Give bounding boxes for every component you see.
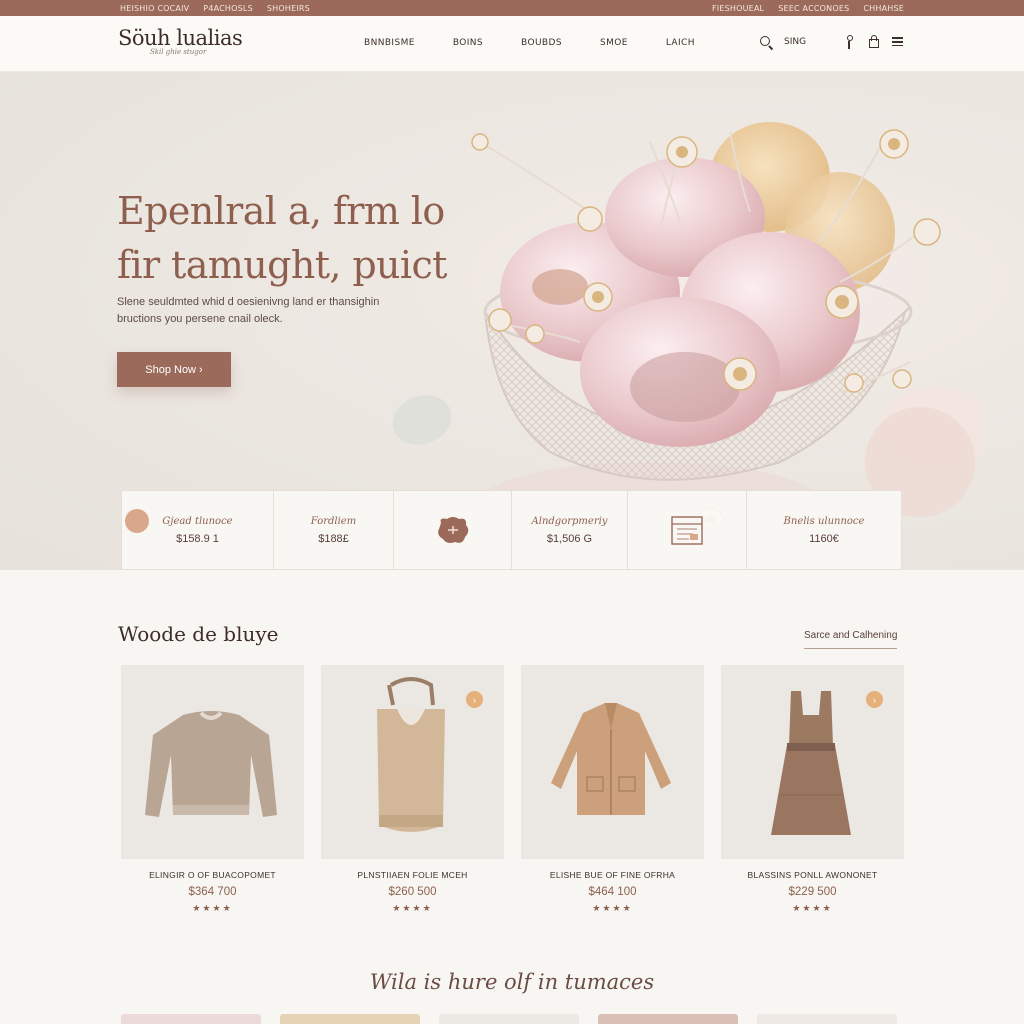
bottom-section-title: Wila is hure olf in tumaces	[369, 970, 655, 994]
nav-item[interactable]: SMOE	[600, 38, 628, 48]
product-price: $229 500	[788, 886, 837, 898]
stat-value: $188£	[318, 532, 349, 545]
sweater-photo	[145, 711, 277, 817]
product-name: ELINGIR O OF BUACOPOMET	[149, 870, 276, 880]
promo-link[interactable]: CHHAHSE	[863, 4, 904, 13]
promo-links-right: FIESHOUEAL SEEC ACCONOES CHHAHSE	[712, 4, 904, 13]
bottom-thumbnails	[121, 1014, 897, 1024]
hero-title-line-2: fir tamught, puict	[117, 243, 447, 287]
product-rating: ★★★★	[392, 903, 433, 913]
site-header: Söuh lualias Skil ghie stugor BNNBISME BO…	[0, 16, 1024, 72]
product-rating: ★★★★	[592, 903, 633, 913]
product-name: ELISHE BUE OF FINE OFRHA	[549, 870, 676, 880]
stat-card: Bnelis ulunnoce 1160€	[747, 490, 902, 570]
product-card[interactable]: › BLASSINS PONLL AWONONET $229 500 ★★★★	[721, 665, 904, 914]
product-image[interactable]: ›	[321, 665, 504, 859]
menu-icon[interactable]	[892, 35, 904, 49]
promo-link[interactable]: SHOHEIRS	[267, 4, 310, 13]
product-name: PLNSTIIAEN FOLIE MCEH	[357, 870, 468, 880]
thumbnail-5[interactable]	[757, 1014, 897, 1024]
hero-title-line-1: Epenlral a, frm lo	[117, 189, 445, 233]
stat-label: Alndgorpmeriy	[531, 515, 608, 527]
stat-label: Gjead tlunoce	[162, 515, 233, 527]
nav-item[interactable]: BNNBISME	[364, 38, 415, 48]
stat-card: Fordliem $188£	[274, 490, 394, 570]
stat-card	[394, 490, 512, 570]
search-icon[interactable]	[758, 34, 774, 51]
promo-link[interactable]: SEEC ACCONOES	[778, 4, 849, 13]
promo-link[interactable]: P4ACHOSLS	[203, 4, 253, 13]
thumbnail-1[interactable]	[121, 1014, 261, 1024]
see-all-link[interactable]: Sarce and Calhening	[804, 630, 898, 649]
product-card[interactable]: ELISHE BUE OF FINE OFRHA $464 100 ★★★★	[521, 665, 704, 914]
product-card[interactable]: › PLNSTIIAEN FOLIE MCEH $260 500 ★★★★	[321, 665, 504, 914]
promo-links-left: HEISHIO COCAIV P4ACHOSLS SHOHEIRS	[120, 4, 310, 13]
promo-bar: HEISHIO COCAIV P4ACHOSLS SHOHEIRS FIESHOUE…	[0, 0, 1024, 16]
nav-item[interactable]: BOUBDS	[521, 38, 562, 48]
stat-label: Bnelis ulunnoce	[783, 515, 865, 527]
shopping-bag-icon[interactable]	[868, 35, 880, 49]
product-card[interactable]: ELINGIR O OF BUACOPOMET $364 700 ★★★★	[121, 665, 304, 914]
product-rating: ★★★★	[792, 903, 833, 913]
leaf-badge-icon	[437, 517, 468, 543]
product-price: $260 500	[388, 886, 437, 898]
quick-view-badge[interactable]: ›	[466, 691, 483, 708]
stat-card: Gjead tlunoce $158.9 1	[121, 490, 274, 570]
jacket-photo	[551, 703, 671, 815]
product-rating: ★★★★	[192, 903, 233, 913]
product-grid: ELINGIR O OF BUACOPOMET $364 700 ★★★★ › PLNS…	[121, 665, 904, 914]
quick-view-badge[interactable]: ›	[866, 691, 883, 708]
stat-label: Fordliem	[310, 515, 357, 527]
promo-link[interactable]: HEISHIO COCAIV	[120, 4, 189, 13]
section-title: Woode de bluye	[118, 622, 279, 646]
thumbnail-3[interactable]	[439, 1014, 579, 1024]
stat-card: Alndgorpmeriy $1,506 G	[512, 490, 628, 570]
main-nav: BNNBISME BOINS BOUBDS SMOE LAICH	[364, 38, 733, 48]
hero-title: Epenlral a, frm lo fir tamught, puict	[117, 184, 447, 292]
thumbnail-4[interactable]	[598, 1014, 738, 1024]
site-logo[interactable]: Söuh lualias Skil ghie stugor	[118, 26, 243, 56]
hero-subtitle: Slene seuldmted whid d oesienivng land e…	[117, 296, 380, 325]
product-image[interactable]	[521, 665, 704, 859]
calendar-icon	[671, 516, 703, 545]
sign-in-link[interactable]: SING	[784, 37, 806, 47]
dot-icon	[125, 509, 149, 533]
nav-item[interactable]: BOINS	[453, 38, 483, 48]
hero-floral-bowl-image	[471, 122, 980, 522]
stat-value: $1,506 G	[546, 532, 593, 545]
thumbnail-2[interactable]	[280, 1014, 420, 1024]
nav-item[interactable]: LAICH	[666, 38, 695, 48]
product-price: $464 100	[588, 886, 637, 898]
stat-value: 1160€	[809, 532, 839, 545]
logo-text: Söuh lualias	[118, 26, 243, 50]
stats-strip: Gjead tlunoce $158.9 1 Fordliem $188£ Alndgo…	[121, 490, 902, 570]
stat-value: $158.9 1	[176, 532, 219, 545]
promo-link[interactable]: FIESHOUEAL	[712, 4, 764, 13]
product-image[interactable]	[121, 665, 304, 859]
product-price: $364 700	[188, 886, 237, 898]
shop-now-button[interactable]: Shop Now ›	[117, 352, 231, 387]
product-image[interactable]: ›	[721, 665, 904, 859]
product-name: BLASSINS PONLL AWONONET	[747, 870, 878, 880]
user-icon[interactable]	[844, 35, 856, 49]
stat-card	[628, 490, 747, 570]
